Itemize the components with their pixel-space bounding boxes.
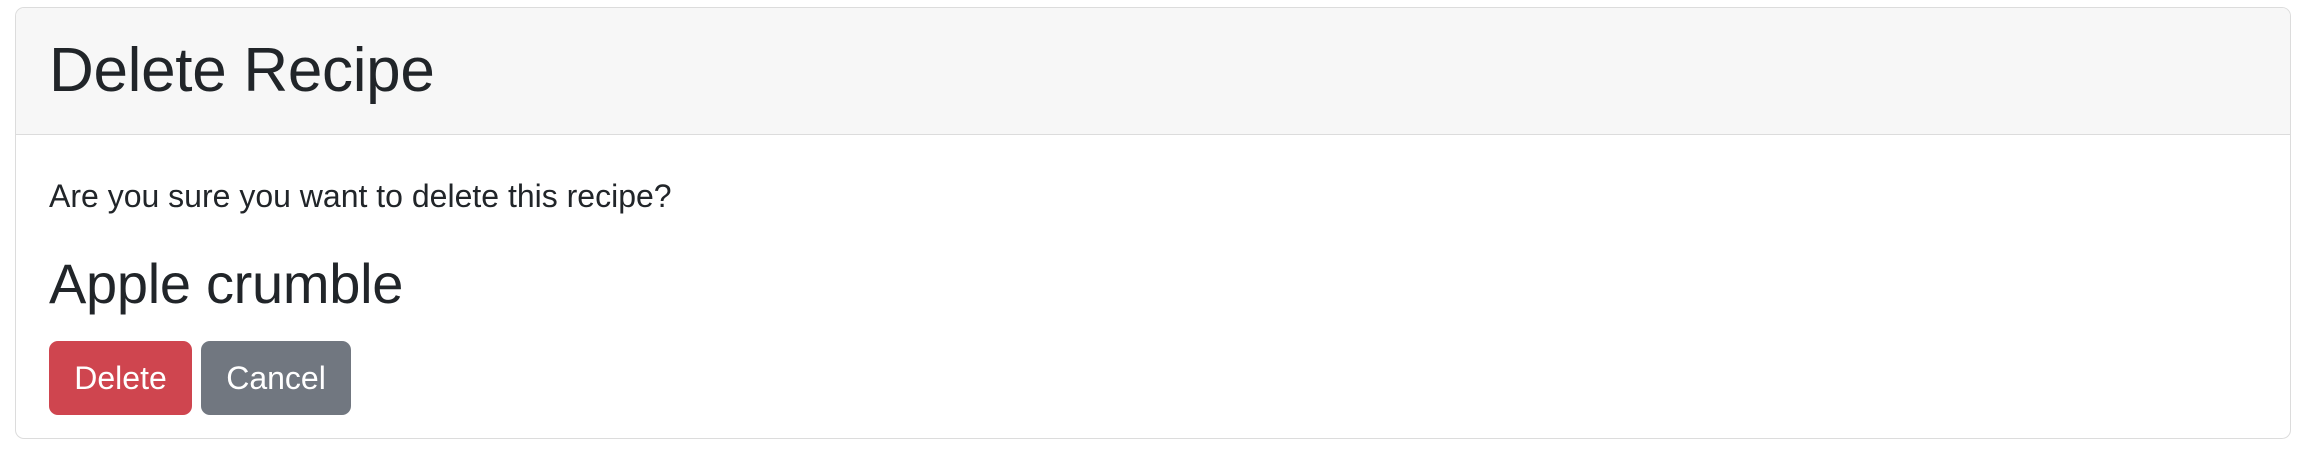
cancel-button[interactable]: Cancel: [201, 341, 351, 415]
action-buttons: Delete Cancel: [49, 341, 351, 415]
delete-recipe-card: Delete Recipe Are you sure you want to d…: [15, 7, 2291, 439]
card-header: Delete Recipe: [16, 8, 2290, 135]
confirm-message: Are you sure you want to delete this rec…: [49, 178, 672, 214]
page-title: Delete Recipe: [49, 36, 435, 105]
delete-button[interactable]: Delete: [49, 341, 192, 415]
recipe-name: Apple crumble: [49, 252, 404, 315]
